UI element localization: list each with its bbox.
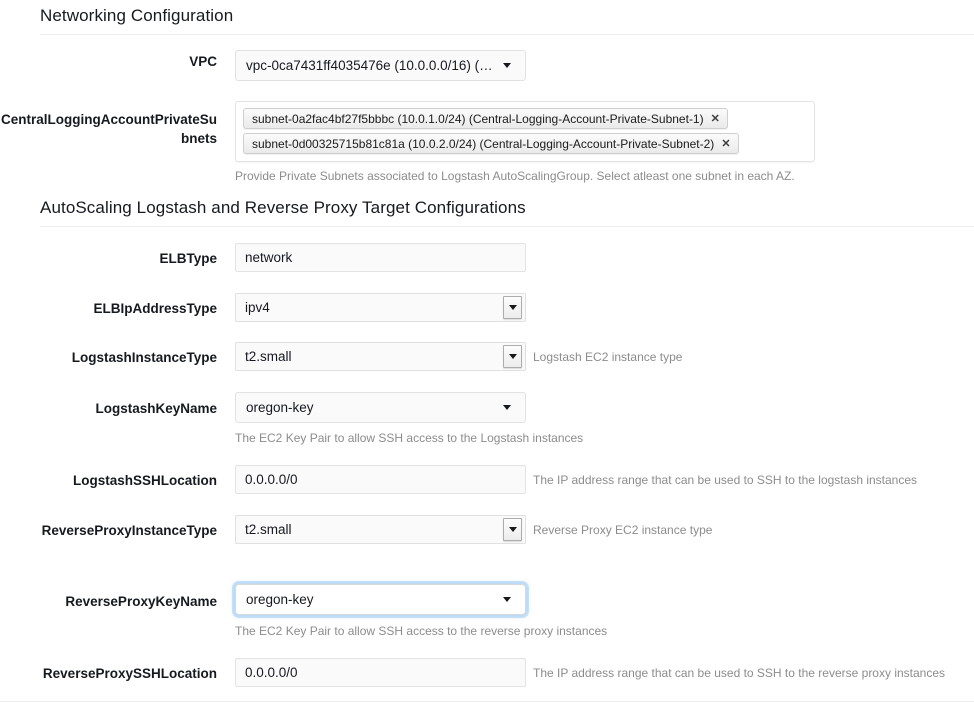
logstash-key-name-value: oregon-key xyxy=(236,400,503,415)
close-icon[interactable]: ✕ xyxy=(711,114,720,125)
caret-down-icon[interactable] xyxy=(503,296,522,319)
reverse-proxy-ssh-location-input[interactable] xyxy=(235,658,526,687)
chevron-down-icon xyxy=(503,597,511,602)
field-help-reverse-proxy-ssh-location: The IP address range that can be used to… xyxy=(533,665,945,681)
section-title: Networking Configuration xyxy=(0,5,974,27)
field-label-logstash-key-name: LogstashKeyName xyxy=(0,399,217,418)
field-control-logstash-instance-type: t2.small xyxy=(235,342,526,371)
chevron-down-icon xyxy=(503,405,511,410)
logstash-instance-type-select[interactable]: t2.small xyxy=(235,342,526,371)
private-subnets-multiselect[interactable]: subnet-0a2fac4bf27f5bbbc (10.0.1.0/24) (… xyxy=(235,101,815,162)
section-networking-configuration: Networking Configuration xyxy=(0,5,974,35)
elb-type-input[interactable] xyxy=(235,243,526,272)
field-help-central-logging-private-subnets: Provide Private Subnets associated to Lo… xyxy=(235,168,815,184)
logstash-ssh-location-input[interactable] xyxy=(235,465,526,494)
cloudformation-parameters-form: Networking Configuration VPC vpc-0ca7431… xyxy=(0,0,974,702)
reverse-proxy-instance-type-select[interactable]: t2.small xyxy=(235,515,526,544)
field-control-logstash-ssh-location xyxy=(235,465,526,494)
field-label-elb-ip-address-type: ELBIpAddressType xyxy=(0,299,217,318)
field-control-elb-ip-address-type: ipv4 xyxy=(235,293,526,322)
vpc-select[interactable]: vpc-0ca7431ff4035476e (10.0.0.0/16) (… xyxy=(235,50,526,81)
field-control-vpc: vpc-0ca7431ff4035476e (10.0.0.0/16) (… xyxy=(235,50,526,81)
logstash-key-name-select[interactable]: oregon-key xyxy=(235,392,526,423)
field-label-central-logging-private-subnets: CentralLoggingAccountPrivateSubnets xyxy=(0,110,217,148)
section-divider xyxy=(40,226,974,227)
field-label-elb-type: ELBType xyxy=(0,249,217,268)
field-control-elb-type xyxy=(235,243,526,272)
field-control-central-logging-private-subnets: subnet-0a2fac4bf27f5bbbc (10.0.1.0/24) (… xyxy=(235,101,815,184)
subnet-token-label: subnet-0a2fac4bf27f5bbbc (10.0.1.0/24) (… xyxy=(252,112,704,126)
subnet-token-label: subnet-0d00325715b81c81a (10.0.2.0/24) (… xyxy=(252,137,714,151)
field-control-logstash-key-name: oregon-key The EC2 Key Pair to allow SSH… xyxy=(235,392,583,446)
subnet-token[interactable]: subnet-0d00325715b81c81a (10.0.2.0/24) (… xyxy=(243,133,739,154)
section-divider xyxy=(40,34,974,35)
caret-down-icon[interactable] xyxy=(503,345,522,368)
field-label-logstash-instance-type: LogstashInstanceType xyxy=(0,348,217,367)
elb-ip-address-type-value: ipv4 xyxy=(236,300,503,315)
field-control-reverse-proxy-instance-type: t2.small xyxy=(235,515,526,544)
field-label-vpc: VPC xyxy=(0,52,217,71)
field-label-reverse-proxy-instance-type: ReverseProxyInstanceType xyxy=(32,521,217,540)
field-help-logstash-ssh-location: The IP address range that can be used to… xyxy=(533,472,917,488)
vpc-select-value: vpc-0ca7431ff4035476e (10.0.0.0/16) (… xyxy=(236,58,503,73)
subnet-token[interactable]: subnet-0a2fac4bf27f5bbbc (10.0.1.0/24) (… xyxy=(243,108,728,129)
caret-down-icon[interactable] xyxy=(503,518,522,541)
close-icon[interactable]: ✕ xyxy=(721,139,730,150)
elb-ip-address-type-select[interactable]: ipv4 xyxy=(235,293,526,322)
field-label-reverse-proxy-key-name: ReverseProxyKeyName xyxy=(0,592,217,611)
reverse-proxy-instance-type-value: t2.small xyxy=(236,522,503,537)
field-help-logstash-key-name: The EC2 Key Pair to allow SSH access to … xyxy=(235,430,583,446)
reverse-proxy-key-name-select[interactable]: oregon-key xyxy=(235,584,526,615)
field-label-reverse-proxy-ssh-location: ReverseProxySSHLocation xyxy=(0,664,217,683)
field-control-reverse-proxy-key-name: oregon-key The EC2 Key Pair to allow SSH… xyxy=(235,584,607,639)
logstash-instance-type-value: t2.small xyxy=(236,349,503,364)
section-title: AutoScaling Logstash and Reverse Proxy T… xyxy=(0,197,974,219)
field-label-logstash-ssh-location: LogstashSSHLocation xyxy=(0,471,217,490)
section-autoscaling-logstash-reverse-proxy: AutoScaling Logstash and Reverse Proxy T… xyxy=(0,197,974,227)
field-help-reverse-proxy-key-name: The EC2 Key Pair to allow SSH access to … xyxy=(235,623,607,639)
chevron-down-icon xyxy=(503,63,511,68)
reverse-proxy-key-name-value: oregon-key xyxy=(236,592,503,607)
field-help-reverse-proxy-instance-type: Reverse Proxy EC2 instance type xyxy=(533,522,712,538)
field-control-reverse-proxy-ssh-location xyxy=(235,658,526,687)
field-help-logstash-instance-type: Logstash EC2 instance type xyxy=(533,349,682,365)
